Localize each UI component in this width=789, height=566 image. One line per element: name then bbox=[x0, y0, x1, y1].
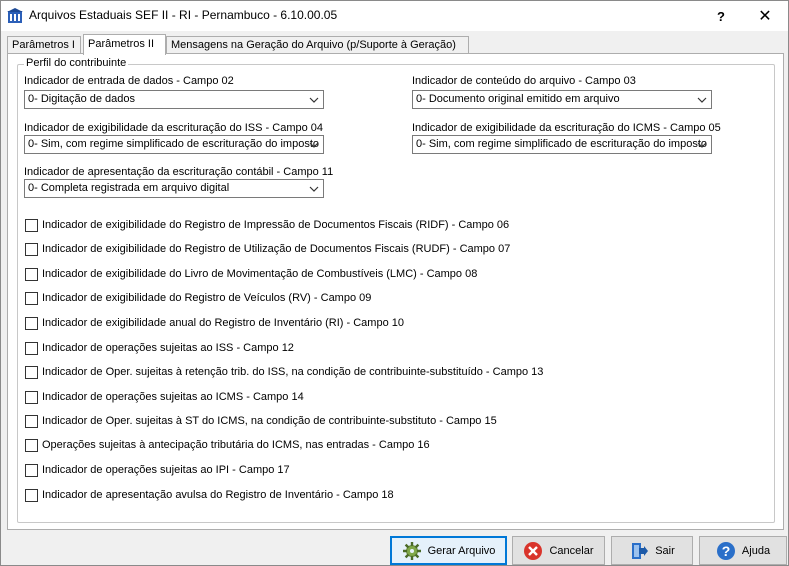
campo02-label: Indicador de entrada de dados - Campo 02 bbox=[24, 75, 234, 87]
campo11-label: Indicador de apresentação da escrituraçã… bbox=[24, 166, 334, 178]
help-icon: ? bbox=[716, 541, 735, 560]
checkbox-label: Indicador de operações sujeitas ao ICMS … bbox=[42, 391, 304, 403]
campo05-select[interactable]: 0- Sim, com regime simplificado de escri… bbox=[412, 135, 712, 154]
campo02-value: 0- Digitação de dados bbox=[28, 93, 136, 105]
ajuda-label: Ajuda bbox=[741, 544, 771, 557]
checkbox-box[interactable] bbox=[25, 438, 38, 452]
checkbox-box[interactable] bbox=[25, 291, 38, 305]
tab-parametros-1[interactable]: Parâmetros I bbox=[7, 36, 81, 54]
campo04-select[interactable]: 0- Sim, com regime simplificado de escri… bbox=[24, 135, 324, 154]
cancelar-button[interactable]: Cancelar bbox=[512, 536, 605, 565]
main-window: Arquivos Estaduais SEF II - RI - Pernamb… bbox=[0, 0, 789, 566]
checkbox-campo18[interactable]: Indicador de apresentação avulsa do Regi… bbox=[25, 487, 394, 503]
window-title: Arquivos Estaduais SEF II - RI - Pernamb… bbox=[29, 8, 338, 22]
checkbox-campo09[interactable]: Indicador de exigibilidade do Registro d… bbox=[25, 290, 371, 306]
checkbox-box[interactable] bbox=[25, 341, 38, 355]
cancel-icon bbox=[524, 541, 543, 560]
checkbox-box[interactable] bbox=[25, 218, 38, 232]
exit-door-icon bbox=[632, 542, 649, 559]
checkbox-label: Indicador de exigibilidade anual do Regi… bbox=[42, 317, 404, 329]
checkbox-label: Indicador de operações sujeitas ao ISS -… bbox=[42, 342, 294, 354]
campo03-select[interactable]: 0- Documento original emitido em arquivo bbox=[412, 90, 712, 109]
campo05-value: 0- Sim, com regime simplificado de escri… bbox=[416, 138, 708, 150]
checkbox-box[interactable] bbox=[25, 488, 38, 502]
gerar-arquivo-button[interactable]: Gerar Arquivo bbox=[390, 536, 507, 565]
checkbox-campo08[interactable]: Indicador de exigibilidade do Livro de M… bbox=[25, 266, 477, 282]
chevron-down-icon bbox=[307, 92, 321, 107]
checkbox-label: Indicador de Oper. sujeitas à ST do ICMS… bbox=[42, 415, 497, 427]
svg-text:?: ? bbox=[722, 543, 731, 559]
ajuda-button[interactable]: ? Ajuda bbox=[699, 536, 787, 565]
checkbox-box[interactable] bbox=[25, 365, 38, 379]
checkbox-label: Indicador de exigibilidade do Registro d… bbox=[42, 243, 511, 255]
checkbox-campo13[interactable]: Indicador de Oper. sujeitas à retenção t… bbox=[25, 364, 543, 380]
checkbox-campo15[interactable]: Indicador de Oper. sujeitas à ST do ICMS… bbox=[25, 413, 497, 429]
sair-label: Sair bbox=[655, 544, 675, 557]
checkbox-label: Indicador de apresentação avulsa do Regi… bbox=[42, 489, 394, 501]
campo02-select[interactable]: 0- Digitação de dados bbox=[24, 90, 324, 109]
cancelar-label: Cancelar bbox=[549, 544, 594, 557]
campo05-label: Indicador de exigibilidade da escrituraç… bbox=[412, 122, 721, 134]
gerar-arquivo-label: Gerar Arquivo bbox=[427, 544, 496, 557]
campo11-select[interactable]: 0- Completa registrada em arquivo digita… bbox=[24, 179, 324, 198]
campo11-value: 0- Completa registrada em arquivo digita… bbox=[28, 182, 230, 194]
checkbox-campo10[interactable]: Indicador de exigibilidade anual do Regi… bbox=[25, 315, 404, 331]
checkbox-campo07[interactable]: Indicador de exigibilidade do Registro d… bbox=[25, 241, 510, 257]
title-bar: Arquivos Estaduais SEF II - RI - Pernamb… bbox=[1, 1, 788, 31]
checkbox-label: Indicador de Oper. sujeitas à retenção t… bbox=[42, 366, 544, 378]
chevron-down-icon bbox=[307, 137, 321, 152]
checkbox-campo12[interactable]: Indicador de operações sujeitas ao ISS -… bbox=[25, 340, 294, 356]
campo03-label: Indicador de conteúdo do arquivo - Campo… bbox=[412, 75, 636, 87]
checkbox-campo16[interactable]: Operações sujeitas à antecipação tributá… bbox=[25, 437, 430, 453]
checkbox-box[interactable] bbox=[25, 267, 38, 281]
chevron-down-icon bbox=[695, 92, 709, 107]
checkbox-label: Indicador de exigibilidade do Registro d… bbox=[42, 219, 510, 231]
checkbox-box[interactable] bbox=[25, 316, 38, 330]
checkbox-box[interactable] bbox=[25, 414, 38, 428]
checkbox-label: Operações sujeitas à antecipação tributá… bbox=[42, 439, 430, 451]
sair-button[interactable]: Sair bbox=[611, 536, 693, 565]
chevron-down-icon bbox=[307, 181, 321, 196]
checkbox-campo17[interactable]: Indicador de operações sujeitas ao IPI -… bbox=[25, 462, 290, 478]
checkbox-label: Indicador de operações sujeitas ao IPI -… bbox=[42, 464, 290, 476]
campo04-label: Indicador de exigibilidade da escrituraç… bbox=[24, 122, 324, 134]
tab-parametros-2[interactable]: Parâmetros II bbox=[83, 34, 166, 55]
building-icon bbox=[7, 8, 23, 23]
checkbox-label: Indicador de exigibilidade do Livro de M… bbox=[42, 268, 478, 280]
checkbox-campo14[interactable]: Indicador de operações sujeitas ao ICMS … bbox=[25, 389, 304, 405]
title-help-button[interactable]: ? bbox=[698, 1, 744, 31]
checkbox-box[interactable] bbox=[25, 463, 38, 477]
checkbox-label: Indicador de exigibilidade do Registro d… bbox=[42, 292, 372, 304]
checkbox-campo06[interactable]: Indicador de exigibilidade do Registro d… bbox=[25, 217, 509, 233]
group-legend: Perfil do contribuinte bbox=[24, 57, 129, 69]
title-close-button[interactable]: ✕ bbox=[742, 1, 788, 31]
checkbox-box[interactable] bbox=[25, 242, 38, 256]
campo04-value: 0- Sim, com regime simplificado de escri… bbox=[28, 138, 320, 150]
tab-mensagens[interactable]: Mensagens na Geração do Arquivo (p/Supor… bbox=[166, 36, 469, 54]
chevron-down-icon bbox=[695, 137, 709, 152]
checkbox-box[interactable] bbox=[25, 390, 38, 404]
campo03-value: 0- Documento original emitido em arquivo bbox=[416, 93, 620, 105]
gear-icon bbox=[402, 541, 421, 560]
